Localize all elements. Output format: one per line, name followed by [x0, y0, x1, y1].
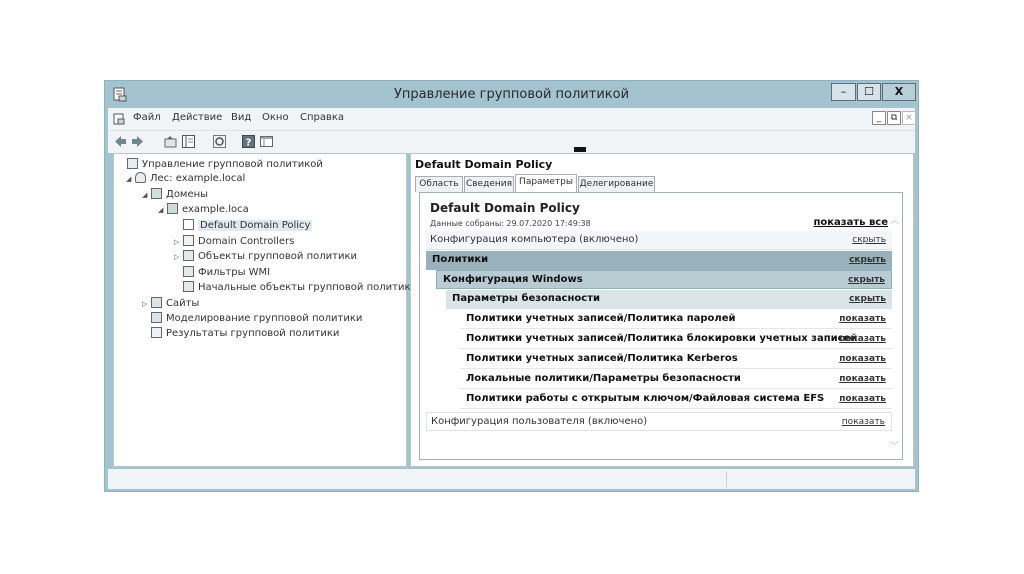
gpo-link-icon [183, 219, 194, 230]
status-divider [726, 471, 727, 487]
scroll-up-icon[interactable]: ︿ [890, 213, 899, 226]
tree-item-sites[interactable]: ▷ Сайты [142, 297, 199, 311]
tree-item-forest[interactable]: ◢ Лес: example.local [126, 172, 245, 186]
menu-action[interactable]: Действие [172, 112, 222, 123]
tree-item-domain-controllers[interactable]: ▷ Domain Controllers [174, 235, 294, 249]
close-button[interactable]: X [882, 83, 916, 101]
show-all-link[interactable]: показать все [813, 217, 888, 228]
ou-icon [183, 235, 194, 246]
up-folder-icon[interactable] [163, 134, 178, 149]
results-icon [151, 327, 162, 338]
show-link[interactable]: показать [839, 390, 886, 408]
menu-bar: Файл Действие Вид Окно Справка _ ⧉ × [108, 108, 916, 130]
menu-help[interactable]: Справка [300, 112, 344, 123]
tab-scope[interactable]: Область [415, 176, 463, 192]
forest-icon [135, 172, 146, 183]
status-bar [108, 469, 915, 489]
menu-window[interactable]: Окно [262, 112, 289, 123]
menu-view[interactable]: Вид [231, 112, 251, 123]
report-date: Данные собраны: 29.07.2020 17:49:38 [430, 219, 591, 228]
report-row-security-settings: Параметры безопасности скрыть [446, 290, 892, 309]
tab-details[interactable]: Сведения [464, 176, 514, 192]
menu-file[interactable]: Файл [133, 112, 161, 123]
settings-report: Default Domain Policy Данные собраны: 29… [419, 192, 903, 460]
show-link[interactable]: показать [842, 413, 885, 431]
show-link[interactable]: показать [839, 310, 886, 328]
hide-link[interactable]: скрыть [849, 251, 886, 269]
report-row-computer-config: Конфигурация компьютера (включено) скрыт… [426, 231, 892, 250]
show-link[interactable]: показать [839, 350, 886, 368]
report-row-kerberos-policy: Политики учетных записей/Политика Kerber… [460, 350, 892, 369]
svg-text:?: ? [246, 138, 252, 149]
expand-arrow[interactable]: ▷ [174, 238, 183, 246]
show-link[interactable]: показать [839, 330, 886, 348]
hide-link[interactable]: скрыть [848, 271, 885, 289]
tree-item-results[interactable]: Результаты групповой политики [142, 327, 339, 341]
mdi-restore-button[interactable]: ⧉ [887, 111, 901, 125]
tree-pane: Управление групповой политикой ◢ Лес: exa… [113, 153, 417, 467]
splitter-handle-icon[interactable] [574, 147, 586, 152]
maximize-button[interactable]: ☐ [857, 83, 881, 101]
starter-gpo-icon [183, 281, 194, 292]
console-icon[interactable] [259, 134, 274, 149]
report-row-windows-config: Конфигурация Windows скрыть [436, 270, 892, 289]
report-row-lockout-policy: Политики учетных записей/Политика блокир… [460, 330, 892, 349]
tree-item-default-domain-policy[interactable]: Default Domain Policy [174, 219, 313, 233]
gpo-folder-icon [183, 250, 194, 261]
title-bar[interactable]: Управление групповой политикой – ☐ X [105, 81, 918, 108]
tree-item-domain[interactable]: ◢ example.loca [158, 203, 249, 217]
back-arrow-icon[interactable] [113, 134, 128, 149]
tab-settings[interactable]: Параметры [515, 174, 577, 192]
details-pane: Default Domain Policy Область Сведения П… [410, 153, 914, 467]
tree-item-modeling[interactable]: Моделирование групповой политики [142, 312, 362, 326]
window-title: Управление групповой политикой [393, 87, 630, 102]
report-row-user-config: Конфигурация пользователя (включено) пок… [426, 412, 892, 431]
report-title: Default Domain Policy [430, 201, 580, 215]
tree-item-domains[interactable]: ◢ Домены [142, 188, 208, 202]
minimize-button[interactable]: – [831, 83, 856, 101]
modeling-icon [151, 312, 162, 323]
hide-link[interactable]: скрыть [852, 231, 886, 249]
expand-arrow[interactable]: ◢ [126, 175, 135, 183]
sites-icon [151, 297, 162, 308]
tree-item-wmi-filters[interactable]: Фильтры WMI [174, 266, 270, 280]
details-title: Default Domain Policy [415, 158, 553, 171]
wmi-icon [183, 266, 194, 277]
report-row-local-security: Локальные политики/Параметры безопасност… [460, 370, 892, 389]
forward-arrow-icon[interactable] [130, 134, 145, 149]
help-icon[interactable]: ? [241, 134, 256, 149]
expand-arrow[interactable]: ▷ [142, 300, 151, 308]
expand-arrow[interactable]: ▷ [174, 253, 183, 261]
console-menu-icon[interactable] [113, 113, 125, 125]
mdi-close-button[interactable]: × [902, 111, 916, 125]
refresh-icon[interactable] [212, 134, 227, 149]
domains-icon [151, 188, 162, 199]
tree-item-gpo-objects[interactable]: ▷ Объекты групповой политики [174, 250, 357, 264]
expand-arrow[interactable]: ◢ [158, 206, 167, 214]
domain-icon [167, 203, 178, 214]
app-window: Управление групповой политикой – ☐ X Фай… [104, 80, 919, 492]
show-hide-tree-icon[interactable] [181, 134, 196, 149]
tree-item-starter-gpo[interactable]: Начальные объекты групповой политики [174, 281, 417, 295]
show-link[interactable]: показать [839, 370, 886, 388]
report-row-policies: Политики скрыть [426, 251, 892, 270]
scroll-down-icon[interactable]: ﹀ [890, 439, 899, 452]
gpm-icon [127, 158, 138, 169]
tab-delegation[interactable]: Делегирование [578, 176, 655, 192]
report-row-password-policy: Политики учетных записей/Политика пароле… [460, 310, 892, 329]
hide-link[interactable]: скрыть [849, 290, 886, 308]
expand-arrow[interactable]: ◢ [142, 191, 151, 199]
tree-item-gpm[interactable]: Управление групповой политикой [118, 158, 323, 172]
mdi-minimize-button[interactable]: _ [872, 111, 886, 125]
report-row-efs-policy: Политики работы с открытым ключом/Файлов… [460, 390, 892, 409]
toolbar: ? [108, 130, 915, 153]
